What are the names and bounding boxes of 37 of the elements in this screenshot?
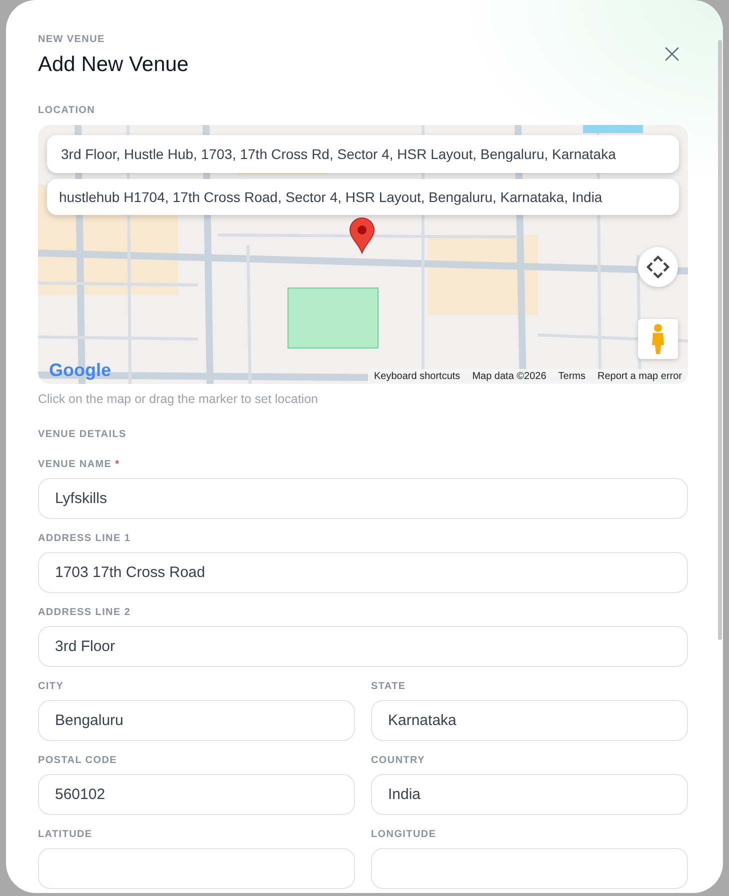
required-mark: * [115,459,120,470]
street-view-button[interactable] [638,319,678,359]
scrollbar[interactable] [718,40,722,640]
map-footer-link[interactable]: Report a map error [598,371,682,382]
address-suggestion[interactable]: 3rd Floor, Hustle Hub, 1703, 17th Cross Rd, Sector 4, HSR Layout, Bengaluru, Karnataka [47,135,679,173]
text-field[interactable]: 1703 17th Cross Road [38,552,688,593]
field-label: ADDRESS LINE 1 [38,533,132,544]
map-footer-link[interactable]: Terms [558,371,586,382]
map-hint: Click on the map or drag the marker to set location [38,392,319,406]
map-logo: Google [49,360,111,381]
address-suggestion[interactable]: hustlehub H1704, 17th Cross Road, Sector 4, HSR Layout, Bengaluru, Karnataka, India [47,179,679,215]
section-label: LOCATION [38,105,96,116]
text-field[interactable]: 560102 [38,774,355,815]
dialog-title: Add New Venue [38,53,189,77]
text-field[interactable]: Bengaluru [38,700,355,741]
move-arrows-icon [646,255,670,279]
field-label: CITY [38,681,65,692]
text-field[interactable]: Karnataka [371,700,688,741]
text-field[interactable]: 3rd Floor [38,626,688,667]
field-label: LATITUDE [38,829,94,840]
person-icon [650,323,666,355]
field-label: COUNTRY [371,755,426,766]
section-label: VENUE DETAILS [38,429,128,440]
close-icon [664,46,680,62]
field-label: LONGITUDE [371,829,438,840]
text-field[interactable]: Lyfskills [38,478,688,519]
map-footer-link[interactable]: Map data ©2026 [472,371,546,382]
field-label: STATE [371,681,407,692]
text-field[interactable] [38,848,355,889]
dialog-eyebrow: NEW VENUE [38,34,106,45]
map-footer-link[interactable]: Keyboard shortcuts [374,371,460,382]
field-label: VENUE NAME * [38,459,121,470]
field-label: POSTAL CODE [38,755,118,766]
text-field[interactable]: India [371,774,688,815]
map-marker-icon[interactable] [349,217,375,254]
text-field[interactable] [371,848,688,889]
field-label: ADDRESS LINE 2 [38,607,132,618]
